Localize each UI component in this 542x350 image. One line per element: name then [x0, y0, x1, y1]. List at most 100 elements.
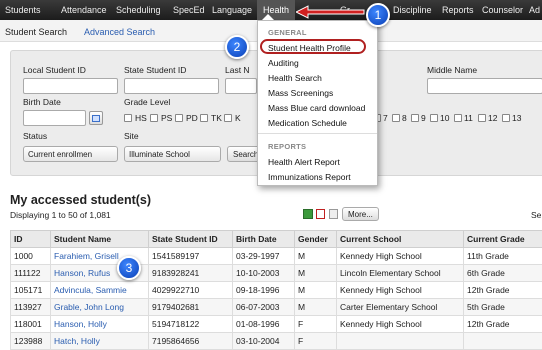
status-value: Current enrollmen [28, 150, 92, 159]
col-id[interactable]: ID [11, 231, 51, 248]
nav-scheduling[interactable]: Scheduling [116, 5, 161, 15]
callout-1: 1 [366, 3, 390, 27]
nav-reports[interactable]: Reports [442, 5, 474, 15]
col-current-school[interactable]: Current School [337, 231, 464, 248]
grade-checkbox[interactable] [150, 114, 158, 122]
cell-id: 123988 [11, 333, 51, 350]
grade-label: 8 [402, 113, 407, 123]
col-birth-date[interactable]: Birth Date [233, 231, 295, 248]
pdf-icon[interactable] [316, 209, 325, 219]
menu-item-mass-screenings[interactable]: Mass Screenings [268, 88, 333, 98]
middle-name-label: Middle Name [427, 65, 477, 75]
grade-checkbox[interactable] [392, 114, 400, 122]
cell-grade: 5th Grade [464, 299, 542, 316]
grade-label: 13 [512, 113, 521, 123]
cell-gender: M [295, 282, 337, 299]
menu-item-health-alert-report[interactable]: Health Alert Report [268, 157, 340, 167]
students-table: ID Student Name State Student ID Birth D… [10, 230, 542, 350]
cell-school: Kennedy High School [337, 282, 464, 299]
status-select[interactable]: Current enrollmen [23, 146, 118, 162]
table-row[interactable]: 123988 Hatch, Holly 7195864656 03-10-200… [11, 333, 542, 350]
cell-id: 118001 [11, 316, 51, 333]
cell-birth-date: 03-10-2004 [233, 333, 295, 350]
results-heading: My accessed student(s) [10, 193, 151, 207]
grade-checkbox[interactable] [411, 114, 419, 122]
student-name-link[interactable]: Hatch, Holly [51, 333, 149, 350]
local-id-input[interactable] [23, 78, 118, 94]
table-row[interactable]: 113927 Grable, John Long 9179402681 06-0… [11, 299, 542, 316]
grade-label: PS [161, 113, 172, 123]
menu-item-medication-schedule[interactable]: Medication Schedule [268, 118, 347, 128]
nav-admin[interactable]: Ad [529, 5, 540, 15]
col-current-grade[interactable]: Current Grade [464, 231, 542, 248]
state-id-input[interactable] [124, 78, 219, 94]
page-title: Student Search [5, 27, 67, 37]
grade-checkbox[interactable] [124, 114, 132, 122]
student-name-link[interactable]: Hanson, Holly [51, 316, 149, 333]
pointer-arrow [296, 5, 366, 19]
print-icon[interactable] [329, 209, 338, 219]
grade-label: HS [135, 113, 147, 123]
menu-item-mass-blue-card[interactable]: Mass Blue card download [268, 103, 365, 113]
nav-attendance[interactable]: Attendance [61, 5, 107, 15]
grade-checkbox[interactable] [430, 114, 438, 122]
table-header-row: ID Student Name State Student ID Birth D… [11, 231, 542, 248]
grade-label: PD [186, 113, 198, 123]
grade-checkbox[interactable] [478, 114, 486, 122]
local-id-label: Local Student ID [23, 65, 86, 75]
grade-label: 7 [383, 113, 388, 123]
cell-state-id: 9183928241 [149, 265, 233, 282]
nav-discipline[interactable]: Discipline [393, 5, 432, 15]
cell-school: Kennedy High School [337, 316, 464, 333]
table-row[interactable]: 118001 Hanson, Holly 5194718122 01-08-19… [11, 316, 542, 333]
cell-state-id: 1541589197 [149, 248, 233, 265]
grade-label: 10 [440, 113, 449, 123]
health-dropdown-menu: GENERAL Student Health Profile Auditing … [257, 20, 378, 186]
calendar-icon[interactable] [89, 111, 103, 125]
cell-birth-date: 01-08-1996 [233, 316, 295, 333]
results-count: Displaying 1 to 50 of 1,081 [10, 210, 111, 220]
cell-school: Lincoln Elementary School [337, 265, 464, 282]
grade-checkbox[interactable] [502, 114, 510, 122]
cell-school: Kennedy High School [337, 248, 464, 265]
cell-school [337, 333, 464, 350]
cell-gender: M [295, 299, 337, 316]
nav-counselor[interactable]: Counselor [482, 5, 523, 15]
site-select[interactable]: Illuminate School [124, 146, 221, 162]
menu-item-student-health-profile[interactable]: Student Health Profile [268, 43, 351, 53]
grade-checkbox[interactable] [175, 114, 183, 122]
cell-grade: 12th Grade [464, 282, 542, 299]
col-gender[interactable]: Gender [295, 231, 337, 248]
grade-checkbox[interactable] [454, 114, 462, 122]
menu-item-auditing[interactable]: Auditing [268, 58, 299, 68]
nav-language[interactable]: Language [212, 5, 252, 15]
col-state-id[interactable]: State Student ID [149, 231, 233, 248]
student-name-link[interactable]: Grable, John Long [51, 299, 149, 316]
birth-date-input[interactable] [23, 110, 86, 126]
middle-name-input[interactable] [427, 78, 542, 94]
student-name-link[interactable]: Advincula, Sammie [51, 282, 149, 299]
grade-checkbox[interactable] [224, 114, 232, 122]
table-row[interactable]: 105171 Advincula, Sammie 4029922710 09-1… [11, 282, 542, 299]
nav-speced[interactable]: SpecEd [173, 5, 205, 15]
nav-students[interactable]: Students [5, 5, 41, 15]
menu-item-immunizations-report[interactable]: Immunizations Report [268, 172, 351, 182]
last-name-input[interactable] [225, 78, 257, 94]
cell-gender: F [295, 333, 337, 350]
more-button[interactable]: More... [342, 207, 379, 221]
grade-checkbox[interactable] [200, 114, 208, 122]
grade-label: K [235, 113, 241, 123]
cell-state-id: 5194718122 [149, 316, 233, 333]
table-row[interactable]: 1000 Farahiem, Grisell 1541589197 03-29-… [11, 248, 542, 265]
settings-cut-label: Se [531, 210, 541, 220]
table-row[interactable]: 111122 Hanson, Rufus 9183928241 10-10-20… [11, 265, 542, 282]
site-label: Site [124, 131, 139, 141]
menu-item-health-search[interactable]: Health Search [268, 73, 322, 83]
state-id-label: State Student ID [124, 65, 186, 75]
advanced-search-link[interactable]: Advanced Search [84, 27, 155, 37]
excel-icon[interactable] [303, 209, 313, 219]
cell-birth-date: 03-29-1997 [233, 248, 295, 265]
col-student-name[interactable]: Student Name [51, 231, 149, 248]
search-button[interactable]: Search [227, 146, 261, 162]
cell-state-id: 4029922710 [149, 282, 233, 299]
